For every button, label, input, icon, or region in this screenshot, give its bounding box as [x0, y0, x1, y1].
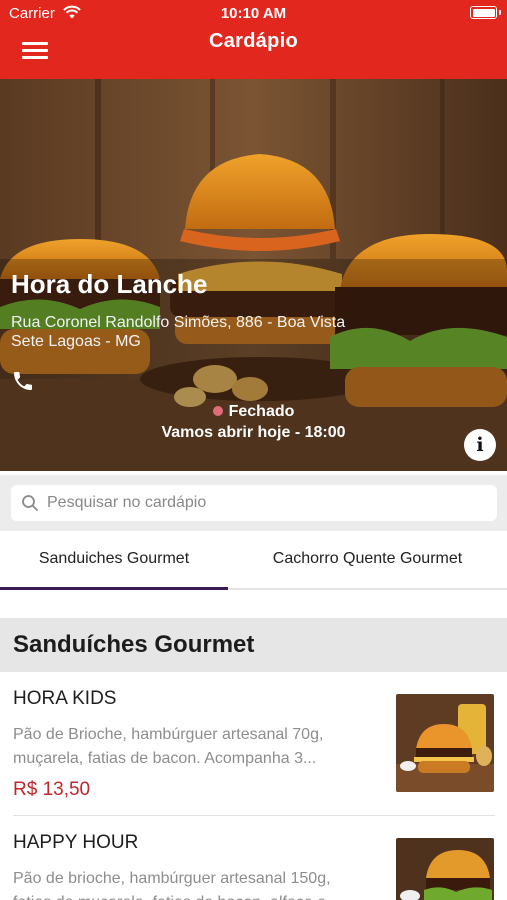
- tab-sanduiches-gourmet[interactable]: Sanduiches Gourmet: [0, 531, 228, 591]
- section-header: Sanduíches Gourmet: [0, 618, 507, 672]
- item-description: Pão de brioche, hambúrguer artesanal 150…: [13, 870, 331, 900]
- phone-icon[interactable]: [11, 369, 35, 393]
- active-tab-indicator: [0, 587, 228, 590]
- item-description: Pão de Brioche, hambúrguer artesanal 70g…: [13, 726, 324, 767]
- store-status: Fechado: [0, 403, 507, 421]
- info-icon[interactable]: i: [464, 429, 496, 461]
- tab-divider: [228, 588, 507, 590]
- tab-cachorro-quente-gourmet[interactable]: Cachorro Quente Gourmet: [228, 531, 507, 591]
- section-title: Sanduíches Gourmet: [13, 631, 255, 658]
- status-time: 10:10 AM: [220, 5, 287, 22]
- menu-item[interactable]: HAPPY HOUR Pão de brioche, hambúrguer ar…: [0, 816, 507, 900]
- search-icon: [22, 495, 38, 511]
- top-bar: Carrier 10:10 AM Cardápio: [0, 0, 507, 79]
- category-tabs: Sanduiches Gourmet Cachorro Quente Gourm…: [0, 531, 507, 591]
- menu-item[interactable]: HORA KIDS Pão de Brioche, hambúrguer art…: [0, 672, 507, 816]
- store-name: Hora do Lanche: [11, 269, 208, 299]
- opening-time: Vamos abrir hoje - 18:00: [161, 424, 346, 441]
- search-bar: [0, 475, 507, 531]
- item-photo: [396, 694, 494, 792]
- store-status-label: Fechado: [228, 403, 295, 420]
- search-input[interactable]: [47, 485, 487, 521]
- item-photo: [396, 838, 494, 900]
- item-price: R$ 13,50: [13, 779, 91, 800]
- page-title: Cardápio: [208, 30, 299, 52]
- store-hero: Hora do Lanche Rua Coronel Randolfo Simõ…: [0, 79, 507, 471]
- status-bar: Carrier 10:10 AM: [0, 0, 507, 26]
- battery-tip: [499, 10, 501, 15]
- item-name: HAPPY HOUR: [13, 832, 139, 853]
- store-address: Rua Coronel Randolfo Simões, 886 - Boa V…: [11, 314, 346, 350]
- item-name: HORA KIDS: [13, 688, 117, 709]
- closed-dot-icon: [212, 406, 223, 416]
- battery-icon: [470, 6, 497, 19]
- search-box[interactable]: [11, 485, 497, 521]
